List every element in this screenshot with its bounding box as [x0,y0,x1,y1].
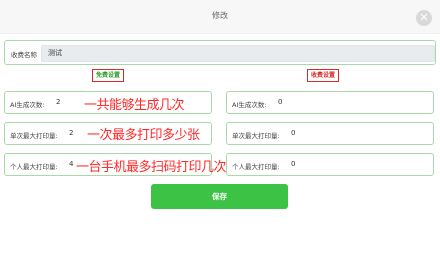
paid-personal-print-value[interactable]: 0 [291,160,295,168]
annotation-personal-print: 一台手机最多扫码打印几次 [76,160,227,175]
paid-single-print-value[interactable]: 0 [291,129,295,137]
save-button[interactable]: 保存 [151,184,288,209]
charge-name-input[interactable]: 测试 [41,45,435,62]
dialog-header: 修改 ✕ [0,0,440,34]
close-icon[interactable]: ✕ [416,10,432,26]
free-single-print-label: 单次最大打印量: [10,132,58,140]
paid-ai-count-value[interactable]: 0 [278,98,282,106]
annotation-ai-count: 一共能够生成几次 [84,98,185,113]
paid-ai-count-field[interactable]: AI生成次数: 0 [226,91,434,114]
paid-single-print-field[interactable]: 单次最大打印量: 0 [226,122,434,145]
free-single-print-value[interactable]: 2 [69,129,73,137]
charge-name-label: 收费名称 [11,51,37,59]
paid-personal-print-field[interactable]: 个人最大打印量: 0 [226,153,434,176]
paid-single-print-label: 单次最大打印量: [232,132,280,140]
paid-settings-title: 收费设置 [307,69,340,82]
paid-personal-print-label: 个人最大打印量: [232,163,280,171]
free-ai-count-value[interactable]: 2 [56,98,60,106]
dialog-title: 修改 [212,11,228,20]
annotation-single-print: 一次最多打印多少张 [87,128,200,143]
paid-ai-count-label: AI生成次数: [232,101,267,109]
free-ai-count-label: AI生成次数: [10,101,45,109]
free-settings-title: 免费设置 [92,69,125,82]
free-personal-print-label: 个人最大打印量: [10,163,58,171]
free-personal-print-value[interactable]: 4 [69,160,73,168]
charge-name-field: 收费名称 测试 [4,40,436,65]
